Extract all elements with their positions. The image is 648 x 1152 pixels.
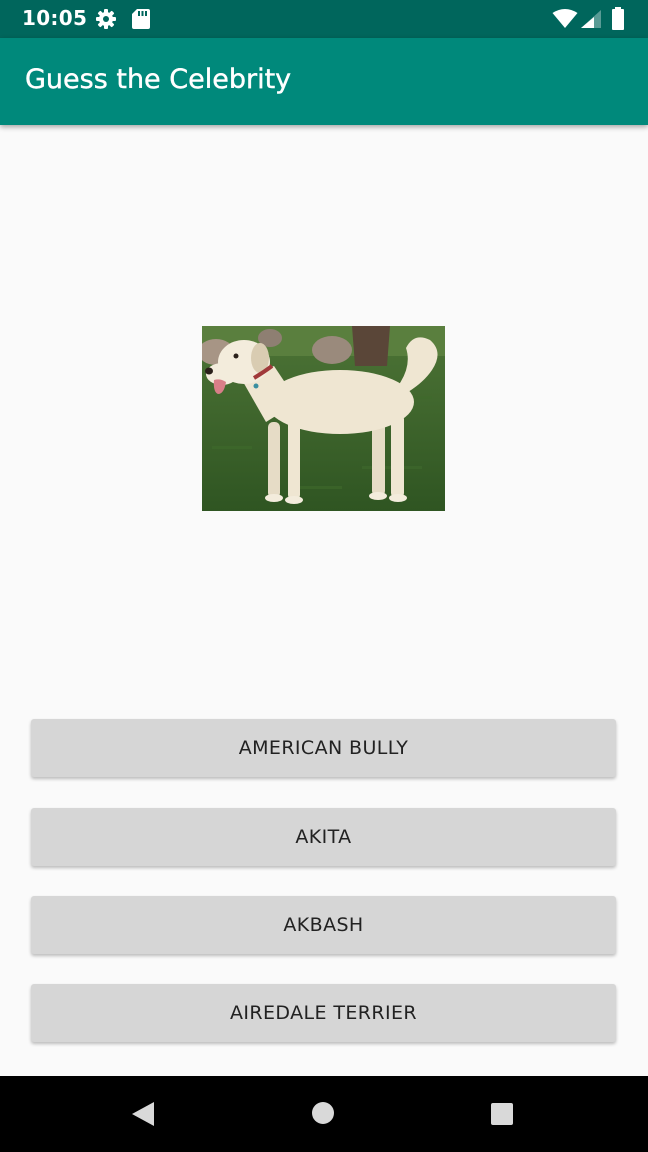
status-bar: 10:05 bbox=[0, 0, 648, 38]
status-time: 10:05 bbox=[22, 6, 88, 30]
home-icon[interactable] bbox=[311, 1101, 335, 1125]
answer-button-4[interactable]: AIREDALE TERRIER bbox=[31, 984, 616, 1042]
sd-card-icon bbox=[132, 9, 150, 29]
gear-icon bbox=[96, 9, 116, 29]
quiz-content: AMERICAN BULLY AKITA AKBASH AIREDALE TER… bbox=[0, 125, 648, 1076]
dog-photo bbox=[202, 326, 445, 511]
app-title: Guess the Celebrity bbox=[25, 64, 292, 95]
back-icon[interactable] bbox=[130, 1101, 156, 1127]
answer-button-1[interactable]: AMERICAN BULLY bbox=[31, 719, 616, 777]
app-bar: Guess the Celebrity bbox=[0, 38, 648, 125]
signal-icon bbox=[581, 10, 601, 28]
answer-button-2[interactable]: AKITA bbox=[31, 808, 616, 866]
wifi-icon bbox=[552, 9, 578, 28]
recents-icon[interactable] bbox=[490, 1102, 514, 1126]
answer-button-3[interactable]: AKBASH bbox=[31, 896, 616, 954]
navigation-bar bbox=[0, 1076, 648, 1152]
battery-icon bbox=[612, 7, 624, 30]
